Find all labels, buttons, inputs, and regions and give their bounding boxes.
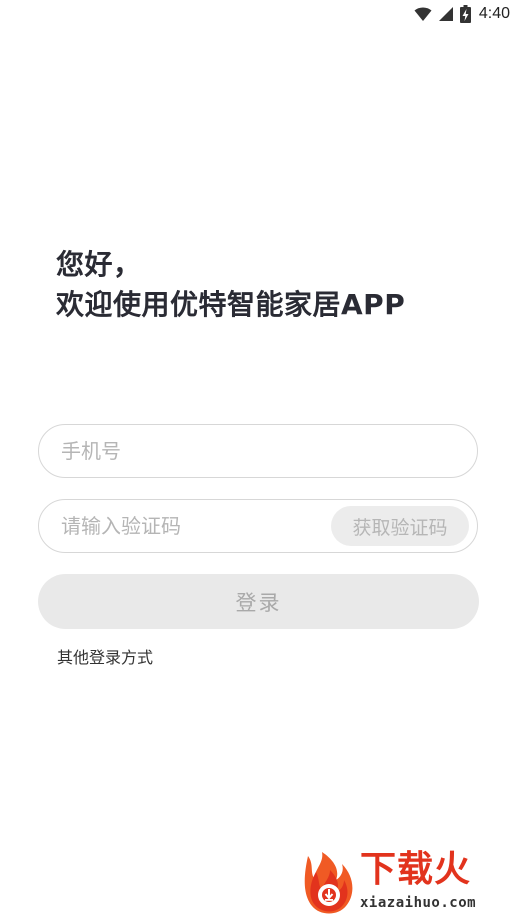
- watermark-title: 下载火: [360, 849, 472, 890]
- greeting-line-welcome: 欢迎使用优特智能家居APP: [56, 288, 406, 321]
- status-icons: 4:40: [414, 4, 510, 24]
- signal-icon: [438, 6, 454, 22]
- watermark: 下载火 xiazaihuo.com: [300, 848, 512, 918]
- phone-input[interactable]: [61, 425, 321, 477]
- verification-code-field[interactable]: 获取验证码: [38, 499, 478, 553]
- status-bar: 4:40: [0, 0, 518, 28]
- wifi-icon: [414, 6, 432, 22]
- greeting: 您好， 欢迎使用优特智能家居APP: [56, 245, 405, 325]
- login-button[interactable]: 登录: [38, 574, 479, 629]
- other-login-link[interactable]: 其他登录方式: [57, 644, 153, 668]
- get-code-button[interactable]: 获取验证码: [331, 506, 469, 546]
- flame-logo-icon: [300, 850, 360, 920]
- greeting-line-hello: 您好，: [56, 248, 142, 281]
- status-time: 4:40: [478, 5, 510, 22]
- watermark-url: xiazaihuo.com: [360, 895, 477, 911]
- phone-field[interactable]: [38, 424, 478, 478]
- battery-charging-icon: [459, 5, 471, 23]
- verification-code-input[interactable]: [61, 500, 321, 552]
